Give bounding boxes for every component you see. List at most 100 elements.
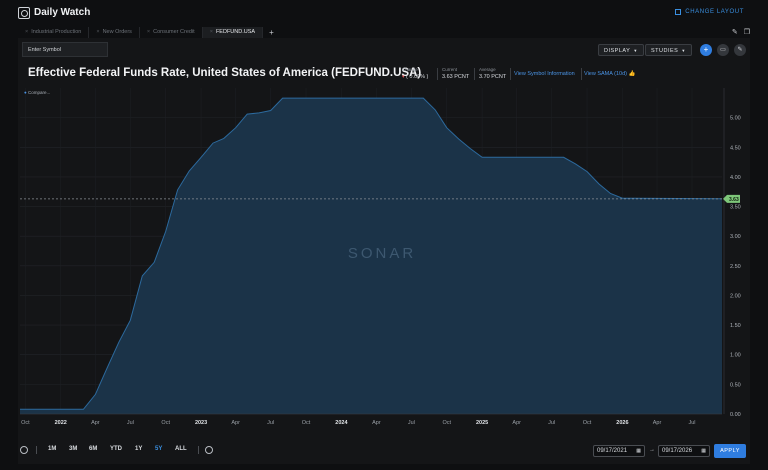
down-arrow-icon: ▾ — [402, 74, 405, 80]
current-value-label: 3.63 — [729, 197, 739, 203]
app-header: Daily Watch CHANGE LAYOUT — [0, 0, 768, 26]
change-label: Change — [402, 67, 418, 72]
current-value: 3.63 PCNT — [442, 74, 470, 80]
x-tick-label: Apr — [231, 420, 240, 426]
average-stat: Average 3.70 PCNT — [479, 67, 506, 80]
x-tick-label: Apr — [512, 420, 521, 426]
view-sama-link[interactable]: View SAMA (10d) 👍 — [584, 71, 635, 77]
close-tab-icon[interactable]: × — [147, 29, 150, 35]
edit-icon[interactable]: ✎ — [732, 28, 738, 36]
plus-icon: + — [703, 45, 709, 54]
add-tab-button[interactable]: + — [263, 27, 280, 38]
change-value: ( 0.00% ) — [406, 74, 429, 80]
x-tick-label: 2023 — [195, 420, 207, 426]
compare-label: Compare... — [27, 90, 51, 95]
display-dropdown[interactable]: DISPLAY ▼ — [598, 44, 644, 56]
x-tick-label: Jul — [267, 420, 274, 426]
change-layout-label: CHANGE LAYOUT — [685, 9, 744, 15]
x-tick-label: Jul — [127, 420, 134, 426]
range-all-button[interactable]: ALL — [175, 446, 187, 452]
y-tick-label: 1.00 — [730, 353, 741, 359]
range-6m-button[interactable]: 6M — [89, 446, 97, 452]
x-tick-label: Jul — [688, 420, 695, 426]
apply-button[interactable]: APPLY — [714, 444, 746, 458]
y-axis: 0.00 0.50 1.00 1.50 2.00 2.50 3.00 3.50 4.00 4.50… — [723, 88, 741, 418]
change-stat: Change ▾ ( 0.00% ) — [402, 67, 428, 80]
app-logo-icon — [18, 7, 30, 19]
compare-legend[interactable]: ● Compare... — [24, 90, 50, 95]
add-series-button[interactable]: + — [700, 44, 712, 56]
y-tick-label: 2.00 — [730, 293, 741, 299]
x-tick-label: Jul — [408, 420, 415, 426]
x-tick-label: Oct — [161, 420, 170, 426]
layout-icon — [675, 9, 682, 15]
range-1y-button[interactable]: 1Y — [135, 446, 142, 452]
date-to-value: 09/17/2026 — [662, 448, 693, 454]
close-tab-icon[interactable]: × — [210, 29, 213, 35]
x-tick-label: 2022 — [55, 420, 67, 426]
range-1m-button[interactable]: 1M — [48, 446, 56, 452]
comment-button[interactable]: ▭ — [717, 44, 729, 56]
current-value-badge: 3.63 — [723, 194, 740, 203]
current-label: Current — [442, 67, 458, 72]
date-from-value: 09/17/2021 — [597, 448, 628, 454]
y-tick-label: 4.00 — [730, 175, 741, 181]
range-3m-button[interactable]: 3M — [69, 446, 77, 452]
studies-label: STUDIES — [651, 48, 679, 54]
clock-icon[interactable] — [20, 446, 28, 454]
tab-label: New Orders — [102, 29, 132, 35]
x-tick-label: 2024 — [335, 420, 348, 426]
average-label: Average — [479, 67, 496, 72]
calendar-icon: ▦ — [636, 448, 641, 454]
duplicate-icon[interactable]: ❐ — [744, 28, 750, 36]
tab-new-orders[interactable]: × New Orders — [89, 27, 140, 38]
app-title: Daily Watch — [34, 7, 91, 18]
x-tick-label: Oct — [302, 420, 311, 426]
symbol-input[interactable]: Enter Symbol — [22, 42, 108, 57]
x-tick-label: Apr — [91, 420, 100, 426]
calendar-icon: ▦ — [701, 448, 706, 454]
window-controls: ✎ ❐ — [732, 28, 750, 36]
thumbs-up-icon: 👍 — [628, 71, 636, 77]
x-tick-label: Apr — [372, 420, 381, 426]
divider — [510, 68, 511, 80]
date-to-field[interactable]: 09/17/2026 ▦ — [658, 445, 710, 457]
y-tick-label: 0.00 — [730, 412, 741, 418]
divider — [198, 446, 199, 454]
tab-fedfund-usa[interactable]: × FEDFUND.USA — [202, 27, 264, 38]
range-ytd-button[interactable]: YTD — [110, 446, 122, 452]
draw-button[interactable]: ✎ — [734, 44, 746, 56]
chart-svg[interactable]: SONAR 0.00 0.50 1.00 1.50 2.00 2.50 3.00 3.50 4.… — [18, 84, 750, 434]
x-tick-label: Apr — [653, 420, 662, 426]
divider — [437, 68, 438, 80]
close-tab-icon[interactable]: × — [96, 29, 99, 35]
change-layout-button[interactable]: CHANGE LAYOUT — [675, 9, 744, 15]
y-tick-label: 3.00 — [730, 234, 741, 240]
tab-label: Industrial Production — [31, 29, 82, 35]
x-tick-label: 2025 — [476, 420, 488, 426]
studies-dropdown[interactable]: STUDIES ▼ — [645, 44, 692, 56]
close-tab-icon[interactable]: × — [25, 29, 28, 35]
x-axis: Oct 2022 Apr Jul Oct 2023 Apr Jul Oct 2024 Apr Jul O… — [20, 413, 722, 426]
comment-icon: ▭ — [720, 47, 726, 53]
chart-title: Effective Federal Funds Rate, United Sta… — [28, 67, 422, 79]
chart-panel: Enter Symbol DISPLAY ▼ STUDIES ▼ + ▭ ✎ Eff… — [18, 38, 750, 464]
y-tick-label: 2.50 — [730, 264, 741, 270]
view-symbol-info-link[interactable]: View Symbol Information — [514, 71, 575, 77]
display-label: DISPLAY — [604, 48, 631, 54]
y-tick-label: 3.50 — [730, 205, 741, 211]
range-5y-button[interactable]: 5Y — [155, 446, 162, 452]
arrow-right-icon: → — [649, 447, 655, 453]
info-icon[interactable] — [205, 446, 213, 454]
x-tick-label: Oct — [583, 420, 592, 426]
y-tick-label: 4.50 — [730, 145, 741, 151]
divider — [474, 68, 475, 80]
tab-industrial-production[interactable]: × Industrial Production — [18, 27, 90, 38]
watermark: SONAR — [348, 245, 416, 262]
x-tick-label: Oct — [21, 420, 30, 426]
x-tick-label: Oct — [442, 420, 451, 426]
divider — [581, 68, 582, 80]
average-value: 3.70 PCNT — [479, 74, 507, 80]
tab-consumer-credit[interactable]: × Consumer Credit — [140, 27, 203, 38]
date-from-field[interactable]: 09/17/2021 ▦ — [593, 445, 645, 457]
